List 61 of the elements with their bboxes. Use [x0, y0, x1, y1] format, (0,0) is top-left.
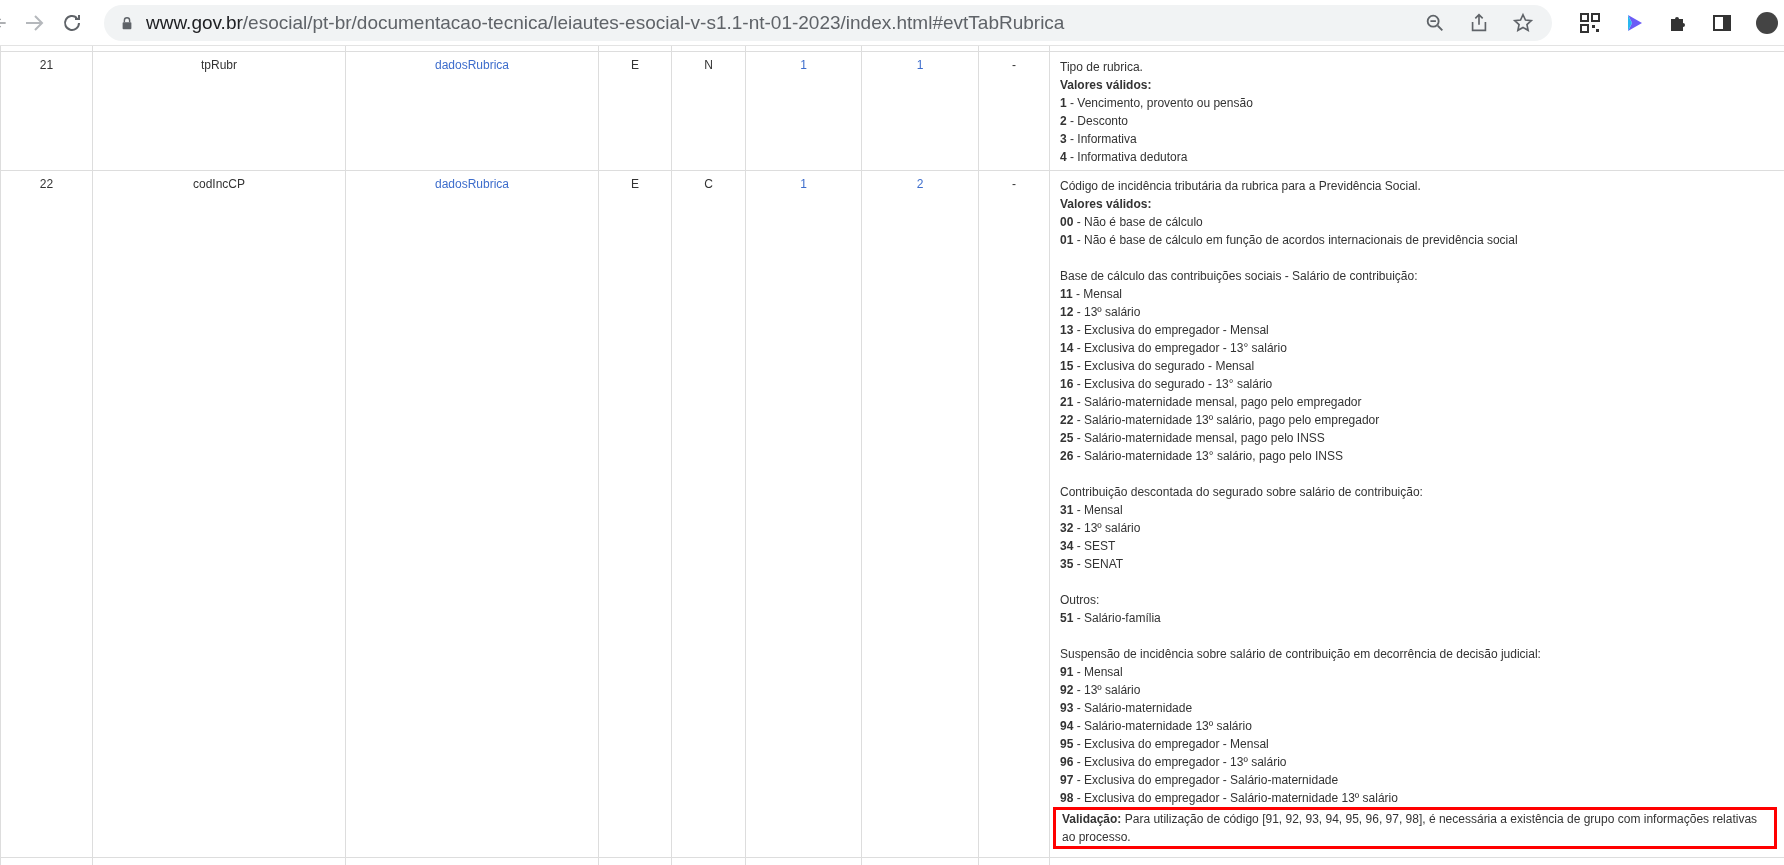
table-link[interactable]: dadosRubrica — [434, 177, 509, 191]
description-line: 16 - Exclusiva do segurado - 13° salário — [1060, 376, 1274, 393]
description-line: Suspensão de incidência sobre salário de contribuição em decorrência de decisão judicial: — [1060, 646, 1542, 663]
description-line: 3 - Informativa — [1060, 131, 1138, 148]
description-line: Contribuição descontada do segurado sobre salário de contribuição: — [1060, 484, 1424, 501]
description-line: 92 - 13º salário — [1060, 682, 1142, 699]
description-line: 26 - Salário-maternidade 13° salário, pago pelo INSS — [1060, 448, 1344, 465]
description-line: Outros: — [1060, 592, 1101, 609]
description-line: 2 - Desconto — [1060, 113, 1130, 130]
description-line: 32 - 13º salário — [1060, 520, 1142, 537]
description-line: 91 - Mensal — [1060, 664, 1124, 681]
description-line: Base de cálculo das contribuições sociais - Salário de contribuição: — [1060, 268, 1419, 285]
table-link[interactable]: 1 — [916, 58, 924, 72]
qr-code-icon[interactable] — [1580, 12, 1600, 33]
profile-avatar[interactable] — [1756, 11, 1778, 34]
description-line: 98 - Exclusiva do empregador - Salário-maternidade 13º salário — [1060, 790, 1399, 807]
address-bar[interactable]: www.gov.br/esocial/pt-br/documentacao-tecnica/leiautes-esocial-v-s1.1-nt-01-2023/index.html#evtTabRubrica — [104, 4, 1552, 41]
description-line: 31 - Mensal — [1060, 502, 1124, 519]
description-line: 93 - Salário-maternidade — [1060, 700, 1194, 717]
description-line: 4 - Informativa dedutora — [1060, 149, 1189, 166]
table-link[interactable]: 1 — [800, 58, 807, 72]
description-line: Tipo de rubrica. — [1060, 59, 1144, 76]
table-cell: N — [704, 58, 713, 72]
description-line: 96 - Exclusiva do empregador - 13º salário — [1060, 754, 1288, 771]
table-cell: 22 — [39, 177, 54, 191]
description-line: 01 - Não é base de cálculo em função de acordos internacionais de previdência social — [1060, 232, 1519, 249]
url-text: www.gov.br/esocial/pt-br/documentacao-tecnica/leiautes-esocial-v-s1.1-nt-01-2023/index.html#evtTabRubrica — [146, 11, 1066, 34]
description-line: 51 - Salário-família — [1060, 610, 1162, 627]
table-link[interactable]: 1 — [800, 177, 807, 191]
description-line: 14 - Exclusiva do empregador - 13° salário — [1060, 340, 1288, 357]
table-link[interactable]: dadosRubrica — [434, 58, 509, 72]
table-cell: 21 — [39, 58, 54, 72]
description-line: 97 - Exclusiva do empregador - Salário-maternidade — [1060, 772, 1340, 789]
description-line: 13 - Exclusiva do empregador - Mensal — [1060, 322, 1270, 339]
validation-note: Validação: Para utilização de código [91, 92, 93, 94, 95, 96, 97, 98], é necessária a existência de grupo com informações relativas ao processo. — [1053, 807, 1777, 849]
table-cell: codIncCP — [193, 177, 245, 191]
description-line: 15 - Exclusiva do segurado - Mensal — [1060, 358, 1256, 375]
description-line: 34 - SEST — [1060, 538, 1117, 555]
description-line: 12 - 13º salário — [1060, 304, 1142, 321]
description-line: 00 - Não é base de cálculo — [1060, 214, 1204, 231]
description-line: Valores válidos: — [1060, 77, 1153, 94]
description-line: 25 - Salário-maternidade mensal, pago pelo INSS — [1060, 430, 1326, 447]
lock-icon — [120, 14, 134, 31]
description-line: 35 - SENAT — [1060, 556, 1125, 573]
star-icon[interactable] — [1512, 11, 1534, 34]
table-cell: E — [631, 177, 639, 191]
table-link[interactable]: 2 — [916, 177, 924, 191]
table-cell: tpRubr — [201, 58, 237, 72]
description-line: 1 - Vencimento, provento ou pensão — [1060, 95, 1254, 112]
side-panel-icon[interactable] — [1712, 12, 1732, 33]
table-cell: C — [704, 177, 713, 191]
description-line: 95 - Exclusiva do empregador - Mensal — [1060, 736, 1270, 753]
table-cell: - — [1012, 177, 1016, 191]
description-line: Código de incidência tributária da rubrica para a Previdência Social. — [1060, 178, 1422, 195]
description-line: 21 - Salário-maternidade mensal, pago pelo empregador — [1060, 394, 1363, 411]
description-line: 11 - Mensal — [1060, 286, 1124, 303]
description-line: 94 - Salário-maternidade 13º salário — [1060, 718, 1253, 735]
description-line: 22 - Salário-maternidade 13º salário, pago pelo empregador — [1060, 412, 1381, 429]
description-line: Valores válidos: — [1060, 196, 1153, 213]
table-cell: E — [631, 58, 639, 72]
table-cell: - — [1012, 58, 1016, 72]
